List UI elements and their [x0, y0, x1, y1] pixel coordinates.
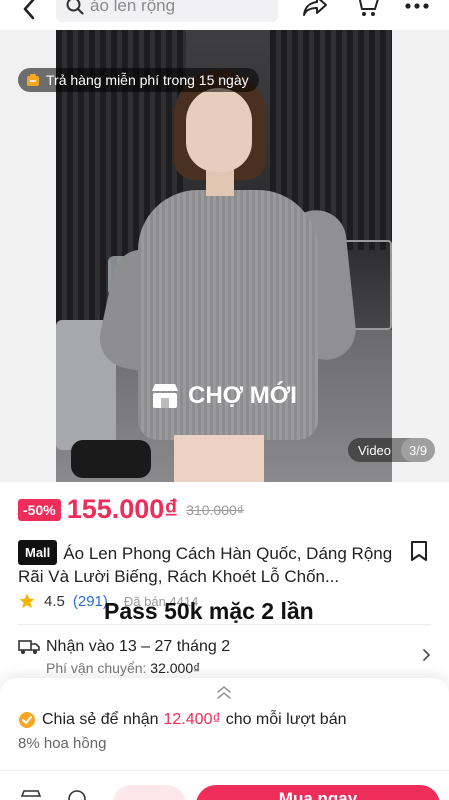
truck-icon	[18, 640, 40, 654]
product-image-carousel[interactable]: Trả hàng miễn phí trong 15 ngày CHỢ MỚI …	[0, 30, 449, 482]
divider	[18, 624, 431, 625]
return-box-icon	[27, 74, 39, 86]
shop-watermark: CHỢ MỚI	[150, 382, 297, 410]
share-amount: 12.400₫	[163, 711, 221, 728]
shipping-row[interactable]: Nhận vào 13 – 27 tháng 2 Phí vận chuyển:…	[18, 636, 433, 680]
shipping-fee-label: Phí vận chuyển:	[46, 660, 147, 676]
watermark-text: CHỢ MỚI	[188, 382, 297, 409]
more-options-button[interactable]	[402, 0, 432, 20]
coin-icon	[19, 712, 35, 728]
star-icon	[19, 593, 35, 609]
product-page: áo len rộng Trả hàng miễn phí trong 15 n…	[0, 0, 449, 800]
top-bar: áo len rộng	[0, 0, 449, 30]
chevron-right-icon	[423, 649, 431, 661]
price-row: -50% 155.000₫ 310.000₫	[18, 494, 244, 525]
discount-badge: -50%	[18, 498, 61, 521]
product-photo	[56, 30, 392, 482]
delivery-date: Nhận vào 13 – 27 tháng 2	[46, 638, 231, 655]
share-prefix: Chia sẻ để nhận	[42, 711, 159, 728]
shipping-fee-value: 32.000₫	[150, 660, 201, 676]
product-title-text: Áo Len Phong Cách Hàn Quốc, Dáng Rộng Rã…	[18, 544, 393, 586]
original-price: 310.000₫	[186, 501, 244, 518]
cart-button[interactable]	[352, 0, 382, 20]
share-earn-text[interactable]: Chia sẻ để nhận 12.400₫ cho mỗi lượt bán	[18, 711, 347, 729]
store-icon	[152, 384, 178, 408]
free-return-text: Trả hàng miễn phí trong 15 ngày	[46, 72, 249, 88]
free-return-badge: Trả hàng miễn phí trong 15 ngày	[18, 68, 259, 92]
bookmark-icon	[411, 541, 427, 561]
image-counter: 3/9	[401, 438, 436, 462]
shipping-fee: Phí vận chuyển: 32.000₫	[46, 660, 200, 676]
share-button[interactable]	[300, 0, 330, 20]
user-note-overlay: Pass 50k mặc 2 lần	[104, 598, 314, 624]
buy-now-button[interactable]: Mua ngay	[196, 785, 440, 800]
store-tab-icon[interactable]	[20, 789, 42, 800]
search-icon	[66, 0, 84, 15]
bookmark-button[interactable]	[410, 540, 430, 562]
share-icon	[303, 0, 327, 16]
review-count[interactable]: (291)	[73, 593, 108, 610]
share-suffix: cho mỗi lượt bán	[225, 711, 347, 728]
commission-rate: 8% hoa hồng	[18, 735, 107, 752]
cart-icon	[358, 0, 379, 16]
product-title: Mall Áo Len Phong Cách Hàn Quốc, Dáng Rộn…	[18, 540, 398, 588]
current-price: 155.000₫	[66, 494, 179, 524]
mall-badge: Mall	[18, 540, 58, 565]
search-query: áo len rộng	[90, 0, 176, 15]
search-input[interactable]: áo len rộng	[56, 0, 278, 22]
video-indicator[interactable]: Video 3/9	[348, 438, 436, 462]
back-button[interactable]	[14, 0, 44, 24]
more-icon	[405, 3, 429, 9]
bottom-action-bar: Mua ngay	[0, 770, 449, 800]
add-to-cart-button[interactable]	[112, 785, 186, 800]
video-label: Video	[358, 442, 392, 458]
rating-value: 4.5	[44, 592, 65, 610]
chevron-left-icon	[23, 0, 35, 20]
chat-icon[interactable]	[66, 789, 88, 800]
expand-up-icon[interactable]	[214, 684, 234, 700]
